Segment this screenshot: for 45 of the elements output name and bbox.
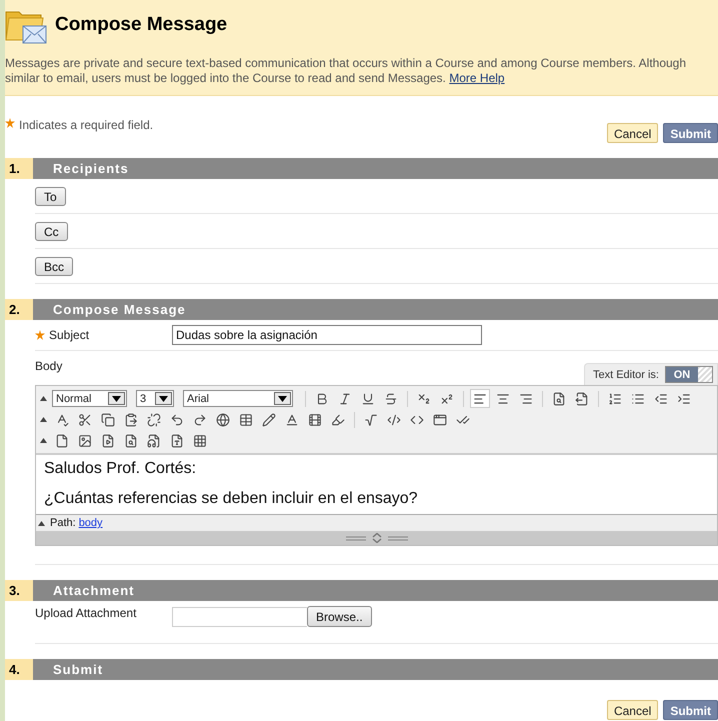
- page-description: Messages are private and secure text-based communication that occurs within a Course and among Course members. Although similar to email, users must be logged into the Course to read and send Messages. More Help: [5, 56, 688, 86]
- message-text: Saludos Prof. Cortés:: [44, 459, 198, 478]
- upload-attachment-label: Upload Attachment: [35, 606, 136, 620]
- collapse-arrow-icon[interactable]: [40, 396, 47, 401]
- section-number: 3.: [5, 580, 33, 601]
- collapse-arrow-icon[interactable]: [40, 417, 47, 422]
- more-help-link[interactable]: More Help: [449, 71, 505, 85]
- message-text: ¿Cuántas referencias se deben incluir en el ensayo?: [44, 489, 419, 508]
- section-header: Submit: [33, 659, 718, 680]
- dropdown-caret-icon: [159, 396, 168, 402]
- section-number: 2.: [5, 299, 33, 320]
- required-note: Indicates a required field.: [19, 118, 154, 132]
- cancel-button[interactable]: Cancel: [606, 700, 658, 720]
- section-header: Recipients: [33, 158, 718, 179]
- section-header: Compose Message: [33, 299, 718, 320]
- subject-field[interactable]: Dudas sobre la asignación: [172, 325, 482, 345]
- required-star-icon: [5, 118, 15, 128]
- align-left-icon[interactable]: [470, 389, 490, 408]
- section-number: 4.: [5, 659, 33, 680]
- message-body[interactable]: Saludos Prof. Cortés: ¿Cuántas referencias se deben incluir en el ensayo?: [36, 454, 717, 514]
- section-number: 1.: [5, 158, 33, 179]
- format-select[interactable]: Normal: [52, 390, 127, 407]
- text-editor-toggle[interactable]: ON: [665, 366, 713, 383]
- collapse-arrow-icon[interactable]: [38, 520, 45, 526]
- submit-button[interactable]: Submit: [663, 700, 718, 720]
- dropdown-caret-icon: [112, 396, 121, 402]
- recipient-button[interactable]: Cc: [35, 222, 68, 241]
- file-path-field[interactable]: [172, 606, 307, 626]
- submit-button[interactable]: Submit: [663, 123, 718, 143]
- dropdown-caret-icon: [278, 396, 287, 402]
- section-header: Attachment: [33, 580, 718, 601]
- font-select[interactable]: Arial: [183, 390, 293, 407]
- recipient-button[interactable]: Bcc: [35, 257, 74, 276]
- cancel-button[interactable]: Cancel: [606, 123, 658, 143]
- resize-grip-icon: [346, 533, 408, 543]
- page-title: Compose Message: [55, 14, 228, 36]
- browse-button[interactable]: Browse..: [307, 606, 372, 627]
- text-editor-label: Text Editor is:: [592, 368, 659, 380]
- path-link[interactable]: body: [78, 517, 103, 529]
- size-select[interactable]: 3: [136, 390, 174, 407]
- subject-label: Subject: [49, 328, 90, 342]
- body-label: Body: [35, 359, 62, 375]
- path-label: Path:: [50, 517, 76, 529]
- recipient-button[interactable]: To: [35, 187, 66, 206]
- collapse-arrow-icon[interactable]: [40, 438, 47, 443]
